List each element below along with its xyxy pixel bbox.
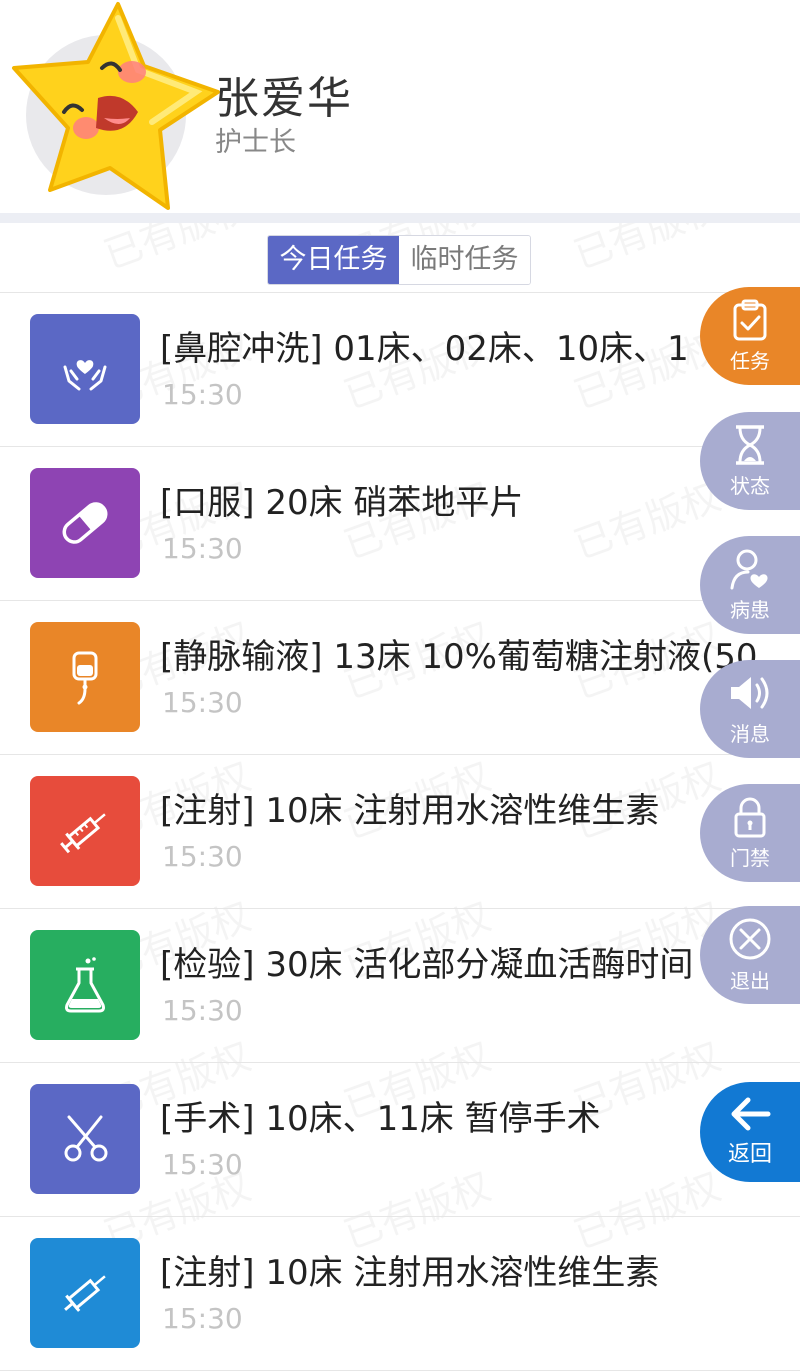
task-time: 15:30 — [162, 686, 243, 719]
task-time: 15:30 — [162, 532, 243, 565]
task-list: [鼻腔冲洗] 01床、02床、10床、1 15:30 [口服] 20床 硝苯地平… — [0, 293, 800, 1371]
task-icon-box — [30, 930, 140, 1040]
task-icon-box — [30, 776, 140, 886]
tab-temporary-tasks[interactable]: 临时任务 — [399, 236, 530, 284]
list-item[interactable]: [手术] 10床、11床 暂停手术 15:30 — [0, 1063, 800, 1217]
arrow-left-icon — [731, 1097, 771, 1131]
user-name: 张爱华 — [215, 73, 353, 124]
task-time: 15:30 — [162, 1148, 243, 1181]
task-icon-box — [30, 1238, 140, 1348]
syringe-icon — [64, 1275, 106, 1312]
task-icon-box — [30, 314, 140, 424]
task-title: [鼻腔冲洗] 01床、02床、10床、1 — [160, 329, 689, 369]
list-item[interactable]: [静脉输液] 13床 10%葡萄糖注射液(50 15:30 — [0, 601, 800, 755]
side-button-tasks[interactable]: 任务 — [700, 287, 800, 385]
side-button-label: 病患 — [730, 597, 770, 622]
side-button-access-control[interactable]: 门禁 — [700, 784, 800, 882]
avatar[interactable] — [6, 0, 226, 215]
side-button-label: 任务 — [730, 348, 770, 373]
iv-drip-icon — [72, 651, 98, 705]
side-button-label: 消息 — [730, 721, 770, 746]
flask-icon — [65, 957, 105, 1013]
list-item[interactable]: [注射] 10床 注射用水溶性维生素 15:30 — [0, 1217, 800, 1371]
task-icon-box — [30, 622, 140, 732]
speaker-icon — [731, 676, 769, 709]
list-item[interactable]: [鼻腔冲洗] 01床、02床、10床、1 15:30 — [0, 293, 800, 447]
syringe-icon — [60, 813, 106, 854]
section-divider — [0, 213, 800, 223]
side-button-patients[interactable]: 病患 — [700, 536, 800, 634]
star-mascot-icon — [12, 2, 220, 210]
task-title: [注射] 10床 注射用水溶性维生素 — [160, 1253, 660, 1293]
task-title: [静脉输液] 13床 10%葡萄糖注射液(50 — [160, 637, 758, 677]
hands-heart-icon — [63, 360, 107, 391]
scissors-icon — [64, 1115, 108, 1162]
clipboard-check-icon — [733, 299, 767, 340]
task-time: 15:30 — [162, 994, 243, 1027]
task-title: [口服] 20床 硝苯地平片 — [160, 483, 524, 523]
side-button-label: 门禁 — [730, 845, 770, 870]
patient-heart-icon — [730, 549, 768, 589]
side-button-label: 退出 — [730, 968, 770, 993]
task-time: 15:30 — [162, 1302, 243, 1335]
lock-icon — [734, 797, 766, 837]
list-item[interactable]: [口服] 20床 硝苯地平片 15:30 — [0, 447, 800, 601]
side-button-label: 状态 — [730, 473, 770, 498]
user-role: 护士长 — [215, 127, 296, 158]
task-time: 15:30 — [162, 378, 243, 411]
list-item[interactable]: [检验] 30床 活化部分凝血活酶时间 15:30 — [0, 909, 800, 1063]
profile-header: 张爱华 护士长 — [0, 0, 800, 215]
side-button-logout[interactable]: 退出 — [700, 906, 800, 1004]
task-title: [注射] 10床 注射用水溶性维生素 — [160, 791, 660, 831]
back-button[interactable]: 返回 — [700, 1082, 800, 1182]
list-item[interactable]: [注射] 10床 注射用水溶性维生素 15:30 — [0, 755, 800, 909]
pill-icon — [62, 502, 108, 544]
task-icon-box — [30, 468, 140, 578]
task-time: 15:30 — [162, 840, 243, 873]
task-tabs: 今日任务 临时任务 — [267, 235, 531, 285]
side-button-status[interactable]: 状态 — [700, 412, 800, 510]
task-icon-box — [30, 1084, 140, 1194]
side-button-messages[interactable]: 消息 — [700, 660, 800, 758]
task-title: [手术] 10床、11床 暂停手术 — [160, 1099, 601, 1139]
tab-today-tasks[interactable]: 今日任务 — [268, 236, 399, 284]
task-title: [检验] 30床 活化部分凝血活酶时间 — [160, 945, 694, 985]
hourglass-icon — [736, 424, 764, 465]
side-button-label: 返回 — [727, 1142, 772, 1167]
close-circle-icon — [729, 918, 771, 959]
